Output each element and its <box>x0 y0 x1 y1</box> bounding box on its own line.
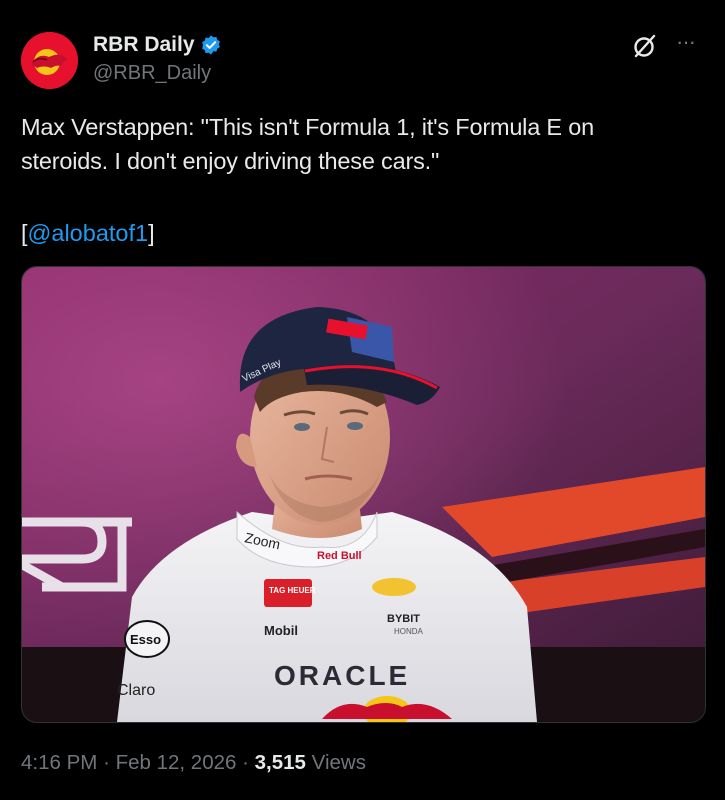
tweet-time[interactable]: 4:16 PM <box>21 751 97 774</box>
meta-separator: · <box>103 751 110 774</box>
verified-badge-icon <box>201 35 220 55</box>
views-label: Views <box>311 751 366 774</box>
tweet-meta: 4:16 PM · Feb 12, 2026 · 3,515 Views <box>21 751 366 775</box>
tweet-photo[interactable]: Visa Play Zoom Red Bull TAG HEUER Mobil … <box>21 266 706 723</box>
meta-separator: · <box>242 751 249 774</box>
suit-claro-text: Claro <box>117 682 155 699</box>
author-name-row[interactable]: RBR Daily <box>93 33 222 57</box>
tweet-date[interactable]: Feb 12, 2026 <box>116 751 237 774</box>
credit-bracket-close: ] <box>148 220 155 246</box>
author-name[interactable]: RBR Daily <box>93 33 195 57</box>
tweet-text: Max Verstappen: "This isn't Formula 1, i… <box>21 114 594 174</box>
suit-oracle-text: ORACLE <box>274 660 410 691</box>
red-bull-logo-icon <box>21 32 78 89</box>
suit-bybit-text: BYBIT <box>387 613 420 625</box>
views-count[interactable]: 3,515 <box>255 751 306 774</box>
more-options-icon[interactable]: ··· <box>676 31 704 53</box>
credit-mention-link[interactable]: @alobatof1 <box>28 220 149 246</box>
author-avatar[interactable] <box>21 32 78 89</box>
press-conference-photo: Visa Play Zoom Red Bull TAG HEUER Mobil … <box>22 267 705 722</box>
suit-mobil-text: Mobil <box>264 623 298 638</box>
suit-redbull-text: Red Bull <box>317 550 362 562</box>
author-handle[interactable]: @RBR_Daily <box>93 62 211 85</box>
suit-tag-heuer-text: TAG HEUER <box>269 586 316 595</box>
suit-esso-text: Esso <box>130 632 161 647</box>
grok-icon[interactable] <box>632 33 658 59</box>
tweet-credit: [@alobatof1] <box>21 216 155 250</box>
suit-honda-text: HONDA <box>394 627 424 636</box>
